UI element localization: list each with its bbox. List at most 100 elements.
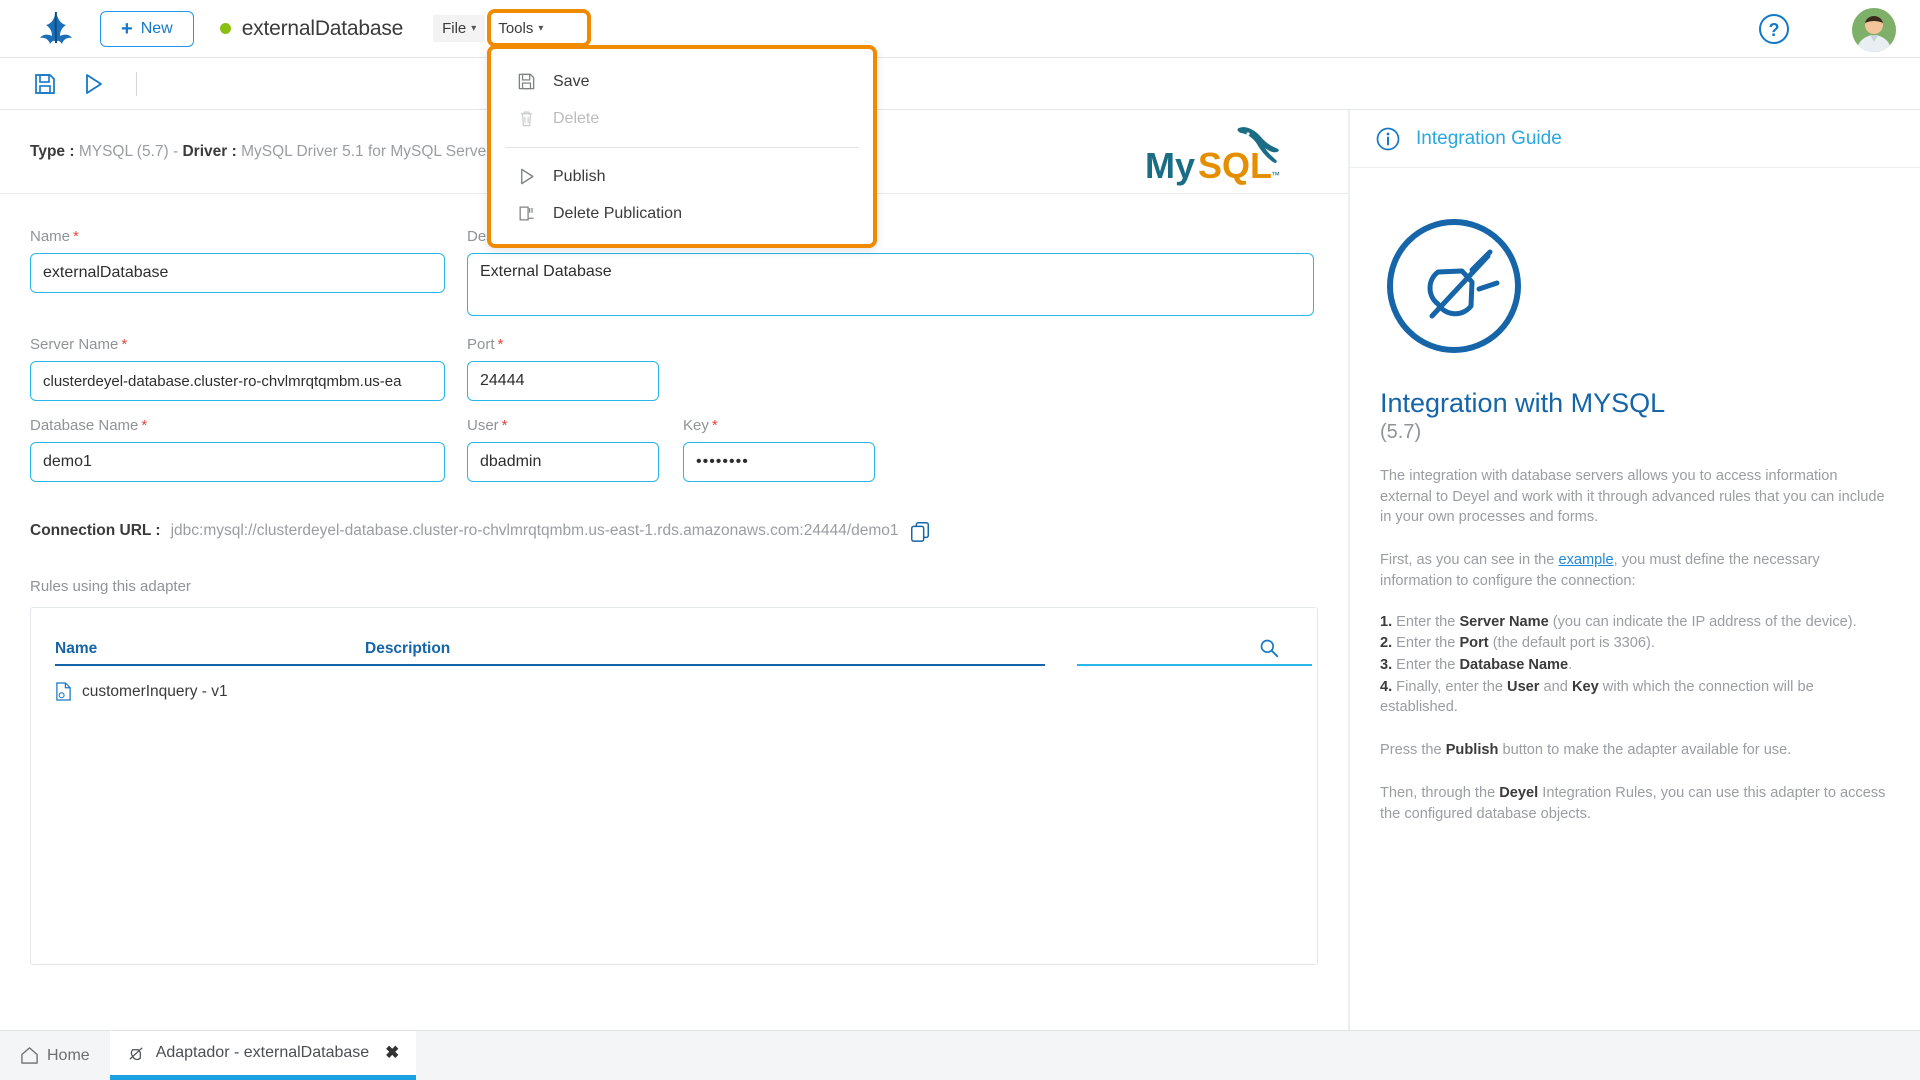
menu-item-publish[interactable]: Publish	[491, 158, 873, 195]
list-item: 2. Enter the Port (the default port is 33…	[1380, 633, 1890, 654]
driver-value: MySQL Driver 5.1 for MySQL Server	[241, 142, 492, 160]
menu-item-delete-label: Delete	[553, 109, 600, 127]
description-textarea[interactable]: External Database	[467, 253, 1314, 316]
rules-header-underline	[55, 664, 1045, 666]
menu-divider	[505, 147, 859, 148]
menu-item-save-label: Save	[553, 72, 590, 90]
table-row[interactable]: customerInquery - v1	[31, 666, 1317, 701]
database-name-input[interactable]: demo1	[30, 442, 445, 482]
document-title: externalDatabase	[241, 16, 404, 40]
trash-icon	[517, 109, 536, 128]
rules-table-header: Name Description	[31, 608, 1317, 666]
required-marker: *	[121, 336, 128, 353]
save-disk-icon[interactable]	[32, 71, 58, 97]
integration-guide-panel: Integration Guide Integration with MYSQL…	[1348, 110, 1920, 1030]
step-2-number: 2.	[1380, 635, 1393, 652]
new-button[interactable]: + New	[100, 10, 194, 47]
menu-item-delete-publication[interactable]: Delete Publication	[491, 195, 873, 232]
play-triangle-icon	[517, 167, 536, 186]
menu-item-delete: Delete	[491, 100, 873, 137]
rules-section-label: Rules using this adapter	[30, 578, 191, 595]
connection-url-row: Connection URL : jdbc:mysql://clusterdey…	[30, 520, 1318, 542]
toolbar-divider	[136, 71, 137, 96]
guide-p3-bold: Publish	[1445, 742, 1499, 759]
integration-guide-header: Integration Guide	[1350, 110, 1920, 168]
key-label-text: Key	[683, 417, 709, 434]
rule-name: customerInquery - v1	[82, 682, 228, 700]
step-4-post: and	[1539, 678, 1572, 695]
step-3-pre: Enter the	[1396, 657, 1460, 674]
menu-file-label: File	[442, 20, 467, 37]
guide-heading: Integration with MYSQL	[1380, 388, 1666, 418]
svg-text:™: ™	[1271, 170, 1280, 180]
menu-tools[interactable]: Tools ▾	[489, 15, 553, 42]
form-row-2: Server Name * clusterdeyel-database.clust…	[30, 336, 1318, 401]
menu-file[interactable]: File ▾	[433, 15, 486, 42]
guide-p3-pre: Press the	[1380, 742, 1446, 759]
integration-guide-title: Integration Guide	[1416, 127, 1562, 149]
key-input[interactable]: ••••••••	[683, 442, 875, 482]
avatar[interactable]	[1852, 8, 1896, 52]
type-label: Type :	[30, 142, 75, 160]
play-triangle-icon[interactable]	[80, 71, 106, 97]
database-name-label: Database Name *	[30, 417, 445, 434]
name-label: Name *	[30, 228, 445, 245]
port-label-text: Port	[467, 336, 495, 353]
copy-icon[interactable]	[909, 520, 931, 542]
taskbar: Home Adaptador - externalDatabase ✖	[0, 1030, 1920, 1080]
top-bar: + New externalDatabase File ▾ Tools ▾ ?	[0, 0, 1920, 58]
step-4-number: 4.	[1380, 678, 1393, 695]
guide-paragraph-3: Press the Publish button to make the ada…	[1380, 740, 1890, 761]
home-icon	[20, 1046, 39, 1065]
rules-column-name[interactable]: Name	[55, 640, 365, 666]
connection-url-label: Connection URL :	[30, 522, 161, 539]
port-input[interactable]: 24444	[467, 361, 659, 401]
svg-text:SQL: SQL	[1198, 145, 1272, 186]
tool-strip	[0, 58, 1920, 110]
mysql-logo: My SQL ™	[1143, 122, 1298, 190]
server-name-label: Server Name *	[30, 336, 445, 353]
type-driver-text: Type : MYSQL (5.7) - Driver : MySQL Driv…	[30, 143, 491, 161]
app-logo-icon[interactable]	[34, 9, 78, 49]
step-2-post: (the default port is 3306).	[1488, 635, 1655, 652]
name-label-text: Name	[30, 228, 71, 245]
adapter-editor-main: Type : MYSQL (5.7) - Driver : MySQL Driv…	[0, 110, 1348, 1030]
step-1-pre: Enter the	[1396, 613, 1460, 630]
step-2-pre: Enter the	[1396, 635, 1460, 652]
taskbar-home-label: Home	[47, 1046, 90, 1064]
guide-example-link[interactable]: example	[1558, 552, 1613, 568]
step-3-number: 3.	[1380, 657, 1393, 674]
step-1-number: 1.	[1380, 613, 1393, 630]
taskbar-tab-label: Adaptador - externalDatabase	[155, 1044, 370, 1061]
guide-p3-post: button to make the adapter available for…	[1498, 742, 1792, 759]
menu-item-save[interactable]: Save	[491, 63, 873, 100]
port-label: Port *	[467, 336, 659, 353]
step-3-bold: Database Name	[1459, 657, 1569, 674]
guide-p2-pre: First, as you can see in the	[1380, 552, 1559, 569]
plus-icon: +	[121, 17, 133, 40]
step-3-post: .	[1568, 657, 1573, 674]
menu-item-publish-label: Publish	[553, 167, 606, 185]
rules-table: Name Description customerInquery - v1	[30, 607, 1318, 965]
guide-paragraph-4: Then, through the Deyel Integration Rule…	[1380, 783, 1890, 824]
taskbar-home-button[interactable]: Home	[0, 1031, 110, 1080]
rules-search-underline	[1077, 664, 1312, 666]
svg-text:?: ?	[1769, 20, 1780, 40]
close-icon[interactable]: ✖	[385, 1043, 399, 1063]
unpublish-icon	[517, 204, 536, 223]
step-4-bold2: Key	[1571, 678, 1599, 695]
chevron-down-icon: ▾	[471, 23, 477, 34]
server-name-input[interactable]: clusterdeyel-database.cluster-ro-chvlmrq…	[30, 361, 445, 401]
save-disk-icon	[517, 72, 536, 91]
key-label: Key *	[683, 417, 875, 434]
database-name-label-text: Database Name	[30, 417, 139, 434]
user-input[interactable]: dbadmin	[467, 442, 659, 482]
taskbar-tab-adapter[interactable]: Adaptador - externalDatabase ✖	[109, 1031, 417, 1080]
name-input[interactable]: externalDatabase	[30, 253, 445, 293]
rules-column-description[interactable]: Description	[365, 640, 450, 666]
guide-paragraph-2: First, as you can see in the example, yo…	[1380, 550, 1890, 591]
search-icon[interactable]	[1259, 638, 1279, 658]
help-circle-icon[interactable]: ?	[1758, 13, 1790, 45]
plug-disconnected-icon	[1380, 212, 1528, 360]
guide-steps-list: 1. Enter the Server Name (you can indicat…	[1380, 612, 1890, 719]
